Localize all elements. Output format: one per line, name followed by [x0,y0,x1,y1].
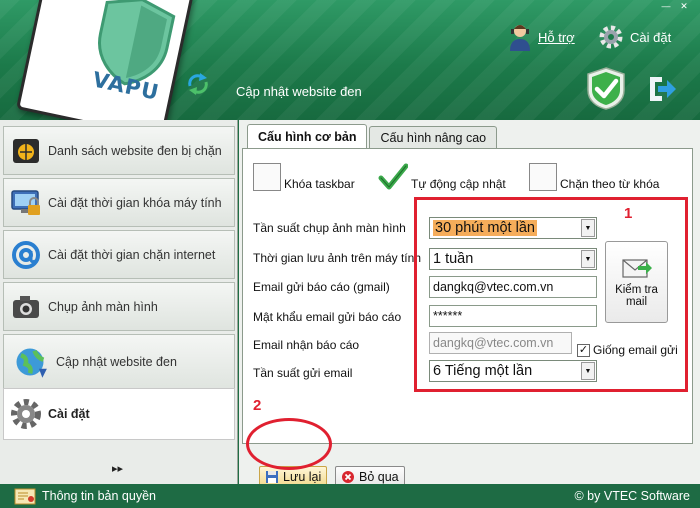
sidebar-more-button[interactable]: ▸▸ [112,462,123,475]
help-label: Hỗ trợ [538,29,575,45]
checkbox-box[interactable] [529,163,557,191]
keyword-block-checkbox[interactable]: Chặn theo từ khóa [529,163,659,191]
support-person-icon [510,25,530,51]
report-email-label: Email gửi báo cáo (gmail) [253,280,390,294]
sidebar-item-computer-lock[interactable]: Cài đặt thời gian khóa máy tính [3,178,235,227]
sidebar-item-label: Cài đặt thời gian chặn internet [48,247,216,262]
license-label: Thông tin bản quyền [42,489,156,503]
floppy-disk-icon [266,471,278,483]
help-link[interactable]: Hỗ trợ [508,22,575,52]
checkbox-label: Chặn theo từ khóa [560,177,660,191]
save-label: Lưu lại [283,470,322,484]
checkbox-box[interactable] [253,163,281,191]
annotation-number-2: 2 [253,397,262,414]
sidebar-item-screenshot[interactable]: Chụp ảnh màn hình [3,282,235,331]
sidebar-item-internet-block[interactable]: Cài đặt thời gian chặn internet [3,230,235,279]
sidebar-item-blocked-websites[interactable]: Danh sách website đen bị chặn [3,126,235,175]
cancel-icon [342,471,354,483]
certificate-icon [14,488,36,504]
screenshot-frequency-label: Tần suất chụp ảnh màn hình [253,221,406,235]
refresh-icon[interactable] [184,72,212,96]
auto-update-checkbox[interactable]: Tự động cập nhật [378,163,506,191]
sidebar-item-label: Cài đặt thời gian khóa máy tính [48,195,222,210]
retention-label: Thời gian lưu ảnh trên máy tính [253,251,421,265]
sidebar-item-label: Danh sách website đen bị chặn [48,143,222,158]
footer-bar: Thông tin bản quyền © by VTEC Software [0,484,700,508]
checkbox-label: Tự động cập nhật [411,177,506,191]
checkbox-label: Khóa taskbar [284,177,355,191]
close-button[interactable]: ✕ [676,0,692,12]
cancel-label: Bỏ qua [359,470,399,484]
annotation-number-1: 1 [624,205,633,222]
tab-basic-config[interactable]: Cấu hình cơ bản [247,124,368,148]
annotation-box [414,197,688,392]
minimize-button[interactable]: — [658,0,674,12]
annotation-ellipse [246,418,332,470]
gear-icon [599,25,623,49]
settings-link[interactable]: Cài đặt [598,22,671,52]
computer-lock-icon [11,189,40,215]
license-info-link[interactable]: Thông tin bản quyền [14,488,156,505]
blocked-websites-icon [13,138,39,163]
sidebar-item-settings[interactable]: Cài đặt [3,388,235,440]
send-frequency-label: Tần suất gửi email [253,366,353,380]
sidebar-item-label: Chụp ảnh màn hình [48,299,158,314]
camera-icon [13,295,39,318]
window-controls: — ✕ [658,0,692,12]
sidebar-item-label: Cài đặt [48,407,90,421]
app-window: VAPU Cập nhật website đen Hỗ trợ Cài đặt… [0,0,700,508]
globe-update-icon [16,348,47,378]
header-bar: VAPU Cập nhật website đen Hỗ trợ Cài đặt… [0,0,700,140]
gear-icon [11,399,41,429]
settings-label: Cài đặt [630,29,672,45]
header-title: Cập nhật website đen [236,84,362,99]
checkmark-icon[interactable] [378,163,408,191]
copyright-text: © by VTEC Software [574,489,691,503]
protected-shield-icon [587,67,625,110]
tab-bar: Cấu hình cơ bản Cấu hình nâng cao [247,124,499,148]
tab-advanced-config[interactable]: Cấu hình nâng cao [369,126,498,148]
at-sign-icon [12,240,40,269]
sidebar: Danh sách website đen bị chặn Cài đặt th… [0,120,238,484]
receive-email-label: Email nhận báo cáo [253,338,360,352]
sidebar-item-update-blacklist[interactable]: Cập nhật website đen [3,334,235,390]
sidebar-item-label: Cập nhật website đen [56,355,177,369]
logout-icon[interactable] [646,74,678,104]
lock-taskbar-checkbox[interactable]: Khóa taskbar [253,163,355,191]
password-label: Mật khẩu email gửi báo cáo [253,310,402,324]
